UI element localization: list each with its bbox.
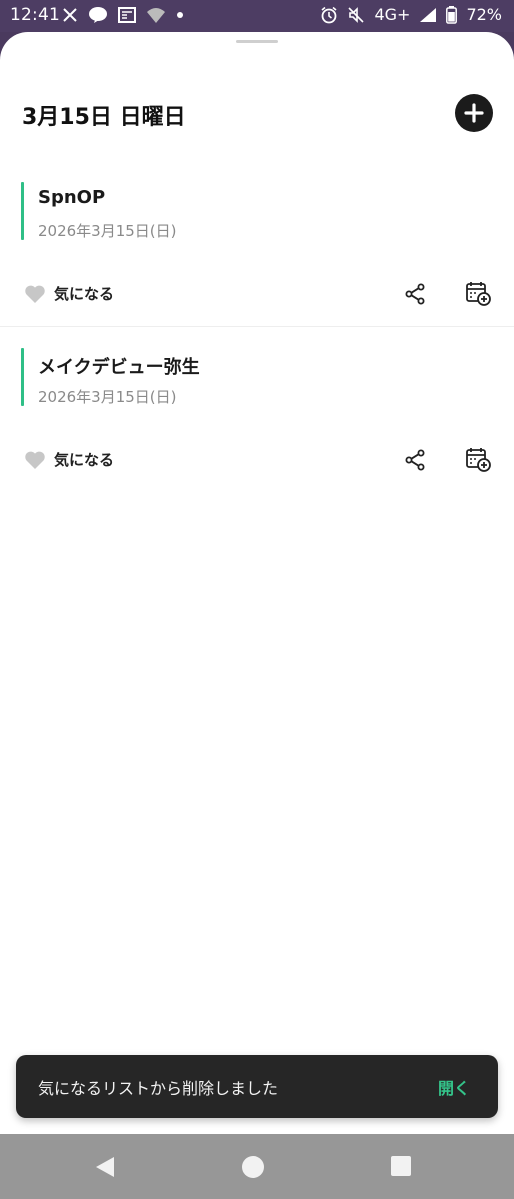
snackbar-open-button[interactable]: 開く	[438, 1075, 470, 1099]
dot-icon	[176, 11, 184, 19]
line-icon	[88, 6, 108, 24]
divider	[0, 326, 514, 327]
alarm-icon	[320, 6, 338, 24]
battery-percent: 72%	[466, 5, 502, 24]
event-name: メイクデビュー弥生	[38, 357, 200, 378]
notification-icons	[62, 6, 184, 24]
add-to-calendar-icon[interactable]	[465, 280, 491, 306]
share-icon[interactable]	[403, 448, 427, 472]
system-nav-bar	[0, 1134, 514, 1199]
snackbar: 気になるリストから削除しました 開く	[16, 1055, 498, 1118]
like-button[interactable]: 気になる	[24, 283, 114, 304]
event-name: SpnOP	[38, 187, 106, 208]
heart-icon	[25, 285, 45, 303]
status-time: 12:41	[10, 5, 60, 25]
status-bar: 12:41 4G+ 72%	[0, 0, 514, 32]
wifi-question-icon	[146, 7, 166, 23]
event-accent-bar	[21, 182, 24, 240]
add-event-button[interactable]	[455, 94, 493, 132]
news-icon	[118, 7, 136, 23]
like-button[interactable]: 気になる	[24, 449, 114, 470]
add-to-calendar-icon[interactable]	[465, 446, 491, 472]
event-date: 2026年3月15日(日)	[38, 388, 177, 406]
event-date: 2026年3月15日(日)	[38, 222, 177, 240]
system-status: 4G+ 72%	[320, 5, 502, 24]
snackbar-message: 気になるリストから削除しました	[38, 1079, 279, 1098]
network-type: 4G+	[374, 5, 411, 24]
recents-icon[interactable]	[390, 1155, 412, 1177]
heart-icon	[25, 451, 45, 469]
mute-icon	[347, 6, 365, 24]
event-accent-bar	[21, 348, 24, 406]
signal-icon	[419, 7, 437, 23]
drag-handle[interactable]	[236, 40, 278, 43]
like-label: 気になる	[54, 285, 115, 303]
battery-icon	[446, 5, 458, 24]
home-icon[interactable]	[241, 1155, 265, 1179]
share-icon[interactable]	[403, 282, 427, 306]
plus-icon	[464, 103, 484, 123]
back-icon[interactable]	[94, 1155, 116, 1179]
day-events-sheet: 3月15日 日曜日 SpnOP 2026年3月15日(日) 気になる メイクデビ…	[0, 32, 514, 1134]
page-title: 3月15日 日曜日	[22, 105, 186, 130]
x-icon	[62, 7, 78, 23]
like-label: 気になる	[54, 451, 115, 469]
